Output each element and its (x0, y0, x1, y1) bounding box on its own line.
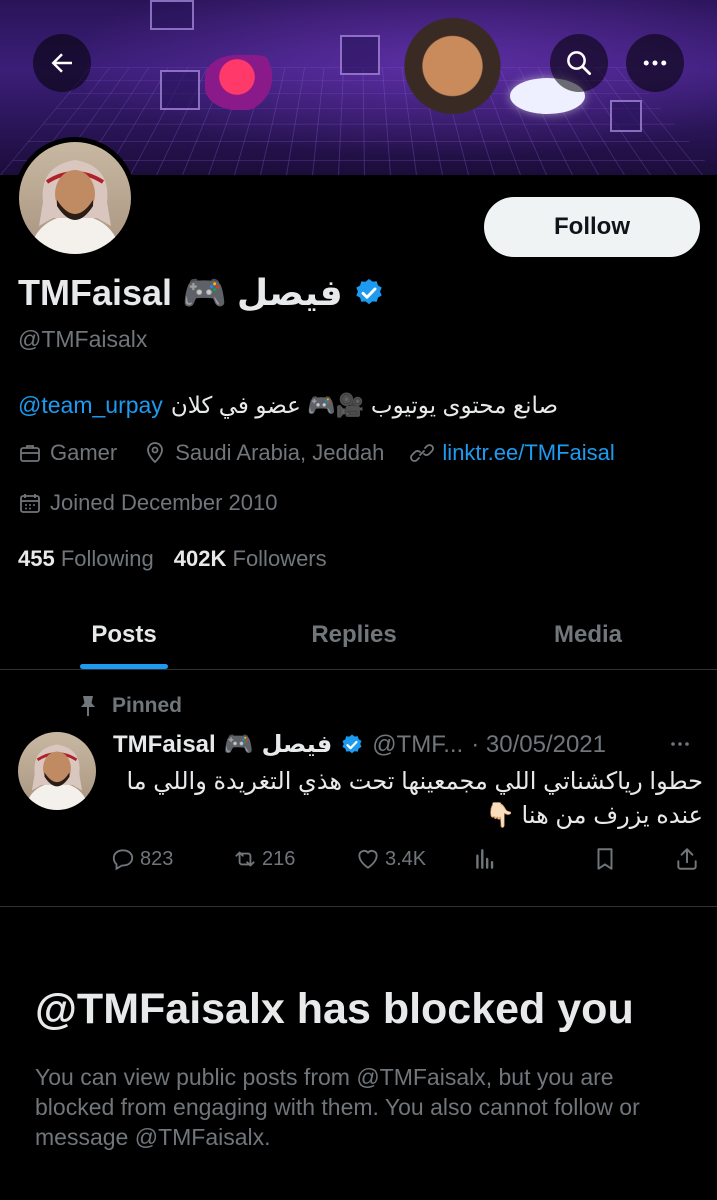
profile-display-name: TMFaisal 🎮 فيصل (18, 272, 385, 314)
following-count: 455 (18, 546, 55, 571)
post-actions: 823 216 3.4K (110, 846, 710, 878)
location-pin-icon (147, 442, 164, 464)
banner-cube (160, 70, 200, 110)
display-name-latin: TMFaisal (18, 272, 173, 313)
active-tab-indicator (80, 664, 168, 669)
follow-stats: 455 Following 402K Followers (18, 546, 327, 572)
share-icon (677, 848, 697, 870)
post-author[interactable]: TMFaisal 🎮 فيصل (113, 730, 364, 759)
follow-button[interactable]: Follow (484, 197, 700, 257)
post-handle: @TMF... (372, 730, 464, 758)
profile-handle: @TMFaisalx (18, 326, 148, 352)
location-label: Saudi Arabia, Jeddah (175, 440, 385, 465)
bio-text: صانع محتوى يوتيوب 🎥🎮 عضو في كلان (170, 392, 559, 418)
reply-icon (112, 849, 134, 871)
blocked-message: You can view public posts from @TMFaisal… (35, 1064, 640, 1150)
blocked-title: @TMFaisalx has blocked you (35, 985, 634, 1033)
website-link[interactable]: linktr.ee/TMFaisal (442, 440, 614, 466)
back-button[interactable] (33, 34, 91, 92)
profile-location: Saudi Arabia, Jeddah (143, 440, 384, 466)
tab-media[interactable]: Media (508, 600, 668, 670)
reply-button[interactable]: 823 (110, 846, 173, 872)
search-icon (567, 51, 591, 75)
post-avatar[interactable] (18, 732, 96, 810)
banner-cube (610, 100, 642, 132)
views-chart-icon (476, 849, 494, 869)
briefcase-icon (20, 445, 40, 462)
tab-posts[interactable]: Posts (44, 600, 204, 670)
post-more-button[interactable] (664, 732, 696, 763)
post-text: حطوا رياكشناتي اللي مجمعينها تحت هذي الت… (126, 768, 703, 829)
display-name-arabic: فيصل (236, 272, 343, 313)
following-link[interactable]: 455 Following (18, 546, 154, 572)
repost-button[interactable]: 216 (232, 846, 295, 872)
heart-icon (358, 850, 378, 869)
controller-emoji: 🎮 (182, 272, 227, 313)
controller-emoji: 🎮 (223, 731, 254, 758)
bio-mention-link[interactable]: @team_urpay (18, 392, 163, 419)
profile-category: Gamer (18, 440, 117, 466)
verified-badge-icon (356, 279, 382, 305)
post-author-latin: TMFaisal (113, 730, 216, 758)
like-count: 3.4K (385, 847, 427, 870)
avatar-image (24, 744, 90, 810)
verified-badge-icon (342, 734, 362, 753)
bookmark-icon (597, 848, 613, 870)
repost-count: 216 (262, 847, 296, 870)
profile-bio: @team_urpay صانع محتوى يوتيوب 🎥🎮 عضو في … (18, 392, 558, 419)
pinned-label: Pinned (112, 694, 183, 717)
calendar-icon (20, 494, 40, 513)
pinned-indicator: Pinned (78, 694, 182, 718)
profile-avatar[interactable] (14, 137, 136, 259)
profile-website[interactable]: linktr.ee/TMFaisal (410, 440, 615, 466)
joined-label: Joined December 2010 (50, 490, 278, 515)
more-button[interactable] (626, 34, 684, 92)
profile-tabs: Posts Replies Media (0, 600, 717, 670)
repost-icon (235, 851, 255, 867)
followers-label: Followers (232, 546, 327, 571)
views-button[interactable] (472, 846, 498, 872)
post-header: TMFaisal 🎮 فيصل @TMF... · 30/05/2021 (113, 730, 606, 759)
category-label: Gamer (50, 440, 118, 465)
followers-count: 402K (173, 546, 227, 571)
reply-count: 823 (140, 847, 174, 870)
more-horizontal-icon (671, 742, 689, 746)
section-divider (0, 906, 717, 907)
banner-cube (150, 0, 194, 30)
post-date: · 30/05/2021 (471, 730, 606, 758)
more-horizontal-icon (643, 60, 667, 66)
like-button[interactable]: 3.4K (355, 846, 426, 872)
profile-joined: Joined December 2010 (18, 490, 277, 516)
pin-icon (81, 696, 95, 716)
share-button[interactable] (674, 846, 700, 872)
bookmark-button[interactable] (592, 846, 618, 872)
followers-link[interactable]: 402K Followers (174, 546, 327, 572)
post-author-arabic: فيصل (261, 731, 333, 758)
avatar-image (29, 160, 121, 254)
search-button[interactable] (550, 34, 608, 92)
profile-meta: Gamer Saudi Arabia, Jeddah linktr.ee/TMF… (18, 440, 641, 466)
tab-replies[interactable]: Replies (274, 600, 434, 670)
banner-cube (340, 35, 380, 75)
following-label: Following (60, 546, 154, 571)
link-icon (410, 444, 435, 462)
banner-character-pink (205, 55, 285, 110)
arrow-left-icon (51, 53, 72, 73)
